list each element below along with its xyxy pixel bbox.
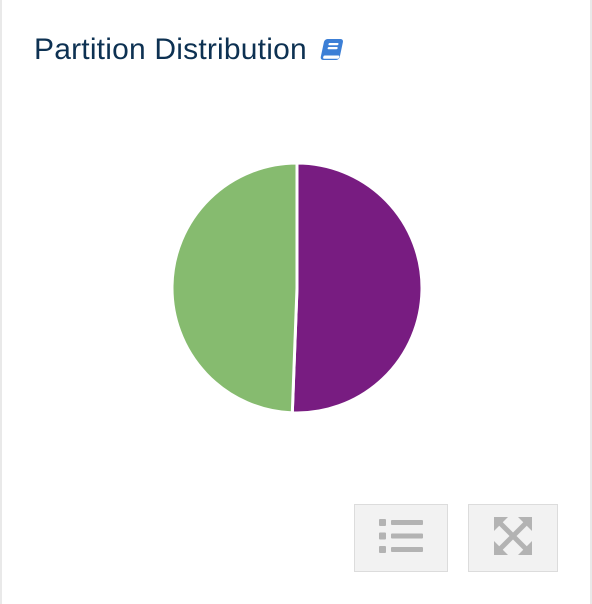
pie-chart [142,138,452,438]
legend-toggle-button[interactable] [354,504,448,572]
book-icon[interactable] [319,37,345,63]
pie-slice-0[interactable] [290,161,424,415]
pie-slice-1[interactable] [170,161,299,415]
chart-controls [354,504,558,572]
partition-distribution-panel: Partition Distribution [0,0,592,604]
panel-title: Partition Distribution [34,33,307,66]
expand-button[interactable] [468,504,558,572]
pie-chart-svg [170,161,424,415]
panel-header: Partition Distribution [34,28,345,72]
expand-icon [493,516,533,561]
list-icon [378,518,424,559]
